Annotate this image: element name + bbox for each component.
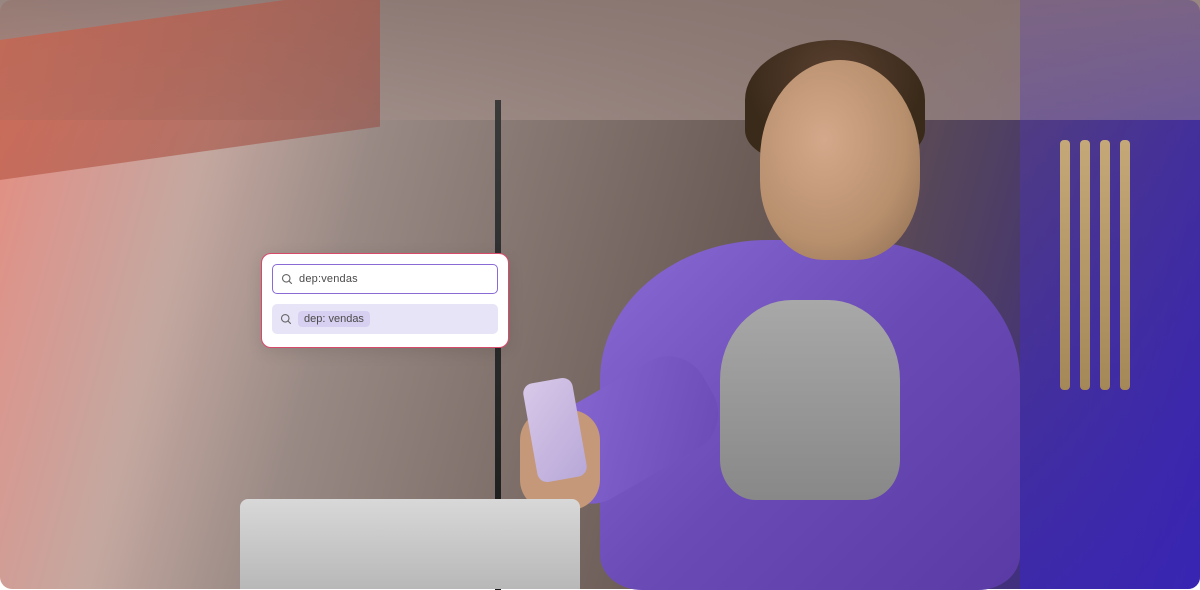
suggestion-chip: dep: vendas bbox=[298, 311, 370, 327]
search-suggestion[interactable]: dep: vendas bbox=[272, 304, 498, 334]
search-icon bbox=[280, 313, 292, 325]
person-illustration bbox=[520, 60, 1080, 590]
hero-background: dep:vendas dep: vendas bbox=[0, 0, 1200, 589]
search-input[interactable]: dep:vendas bbox=[272, 264, 498, 294]
search-icon bbox=[281, 273, 293, 285]
search-panel: dep:vendas dep: vendas bbox=[261, 253, 509, 348]
search-input-value: dep:vendas bbox=[299, 273, 358, 285]
laptop-device bbox=[240, 499, 580, 589]
